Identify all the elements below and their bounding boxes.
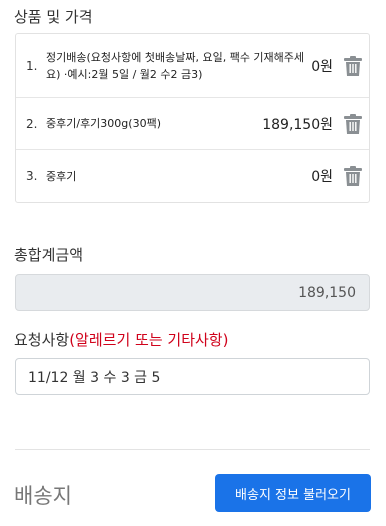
item-number: 1. bbox=[26, 58, 38, 73]
trash-icon[interactable] bbox=[343, 55, 363, 77]
product-list: 1. 정기배송(요청사항에 첫배송날짜, 요일, 팩수 기재해주세요) ·예시:… bbox=[15, 33, 370, 203]
item-name: 중후기/후기300g(30팩) bbox=[46, 117, 161, 130]
memo-label-text: 요청사항 bbox=[14, 331, 70, 349]
item-number: 2. bbox=[26, 116, 38, 131]
trash-icon[interactable] bbox=[343, 165, 363, 187]
list-item: 1. 정기배송(요청사항에 첫배송날짜, 요일, 팩수 기재해주세요) ·예시:… bbox=[16, 34, 369, 98]
item-name: 정기배송(요청사항에 첫배송날짜, 요일, 팩수 기재해주세요) ·예시:2월 … bbox=[46, 50, 305, 81]
trash-icon[interactable] bbox=[343, 113, 363, 135]
memo-hint: (알레르기 또는 기타사항) bbox=[69, 331, 229, 349]
section-divider bbox=[15, 449, 370, 450]
total-label: 총합계금액 bbox=[14, 246, 84, 264]
item-price: 0원 bbox=[311, 169, 333, 185]
item-price: 0원 bbox=[311, 58, 333, 75]
memo-label: 요청사항(알레르기 또는 기타사항) bbox=[14, 329, 228, 350]
list-item: 2. 중후기/후기300g(30팩) 189,150원 bbox=[16, 98, 369, 150]
memo-input[interactable] bbox=[15, 358, 370, 395]
item-number: 3. bbox=[26, 169, 38, 183]
shipping-title: 배송지 bbox=[14, 484, 72, 508]
item-name: 중후기 bbox=[46, 169, 77, 183]
load-shipping-button[interactable]: 배송지 정보 불러오기 bbox=[215, 474, 371, 512]
item-price: 189,150원 bbox=[262, 116, 333, 133]
list-item: 3. 중후기 0원 bbox=[16, 150, 369, 202]
products-section-title: 상품 및 가격 bbox=[14, 8, 93, 26]
total-amount-field: 189,150 bbox=[15, 274, 370, 311]
